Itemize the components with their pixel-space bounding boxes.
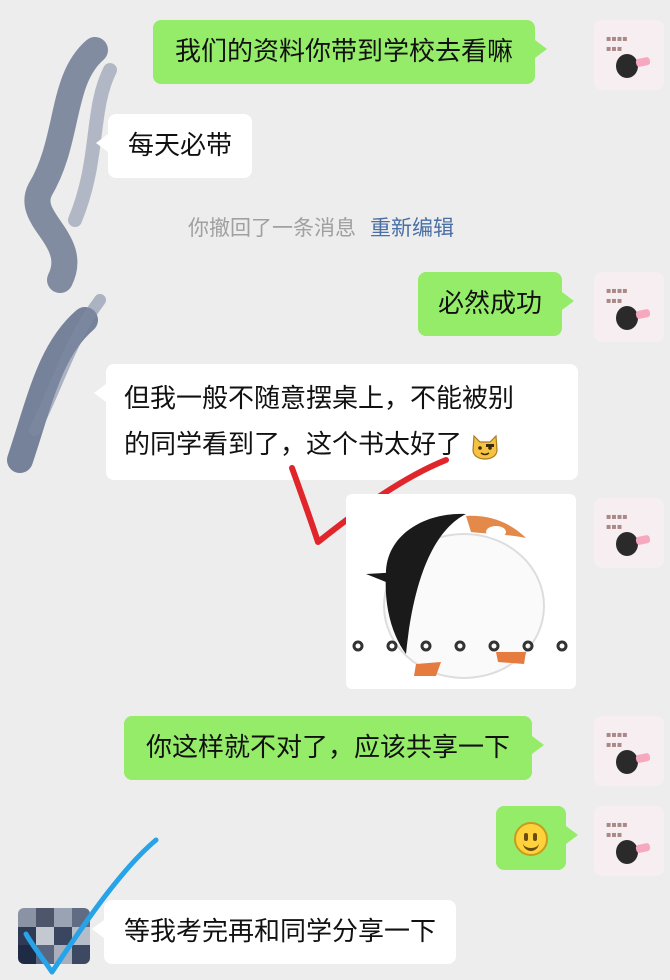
message-text: 每天必带 xyxy=(128,131,233,161)
message-bubble-sent[interactable]: 我们的资料你带到学校去看嘛 xyxy=(153,20,548,84)
bubble-tail xyxy=(532,736,545,754)
message-text: 你这样就不对了，应该共享一下 xyxy=(146,733,511,763)
message-text: 我们的资料你带到学校去看嘛 xyxy=(175,37,514,67)
penguin-sticker[interactable] xyxy=(346,494,576,689)
avatar-image xyxy=(616,840,638,864)
recall-text: 你撤回了一条消息 xyxy=(188,216,356,240)
avatar-image xyxy=(635,842,651,854)
avatar-image: ▪▪▪▪ ▪▪▪ xyxy=(606,820,628,839)
avatar-image: ▪▪▪▪ ▪▪▪ xyxy=(606,34,628,53)
bubble-tail xyxy=(96,134,108,152)
avatar-image: ▪▪▪▪ ▪▪▪ xyxy=(606,512,628,531)
message-bubble-received[interactable]: 每天必带 xyxy=(96,114,253,178)
message-bubble-sent[interactable]: 你这样就不对了，应该共享一下 xyxy=(124,716,545,780)
message-bubble-sent[interactable] xyxy=(496,806,578,870)
avatar-image xyxy=(635,752,651,764)
recall-notice: 你撤回了一条消息 重新编辑 xyxy=(188,212,454,242)
avatar-image xyxy=(616,532,638,556)
bubble-tail xyxy=(566,826,578,844)
message-bubble-sent[interactable]: 必然成功 xyxy=(418,272,575,336)
cat-emoji-icon xyxy=(472,434,498,460)
message-text-line: 但我一般不随意摆桌上，不能被别 xyxy=(124,384,515,414)
avatar[interactable]: ▪▪▪▪ ▪▪▪ xyxy=(594,716,664,786)
avatar-image xyxy=(635,534,651,546)
smile-emoji-icon xyxy=(514,821,548,856)
avatar[interactable]: ▪▪▪▪ ▪▪▪ xyxy=(594,20,664,90)
avatar-image: ▪▪▪▪ ▪▪▪ xyxy=(606,730,628,749)
avatar-image xyxy=(616,750,638,774)
re-edit-link[interactable]: 重新编辑 xyxy=(370,216,454,240)
avatar[interactable]: ▪▪▪▪ ▪▪▪ xyxy=(594,806,664,876)
avatar-image: ▪▪▪▪ ▪▪▪ xyxy=(606,286,628,305)
avatar[interactable]: ▪▪▪▪ ▪▪▪ xyxy=(594,498,664,568)
blue-check-mark xyxy=(23,837,159,975)
avatar[interactable]: ▪▪▪▪ ▪▪▪ xyxy=(594,272,664,342)
avatar-image xyxy=(616,54,638,78)
avatar-image xyxy=(635,56,651,68)
penguin-icon xyxy=(352,513,568,679)
message-text: 等我考完再和同学分享一下 xyxy=(124,917,437,947)
bubble-tail xyxy=(562,292,575,310)
bubble-tail xyxy=(535,40,548,58)
bubble-tail xyxy=(94,384,106,402)
avatar-image xyxy=(635,308,651,320)
message-text: 必然成功 xyxy=(438,289,543,319)
avatar-image xyxy=(616,306,638,330)
